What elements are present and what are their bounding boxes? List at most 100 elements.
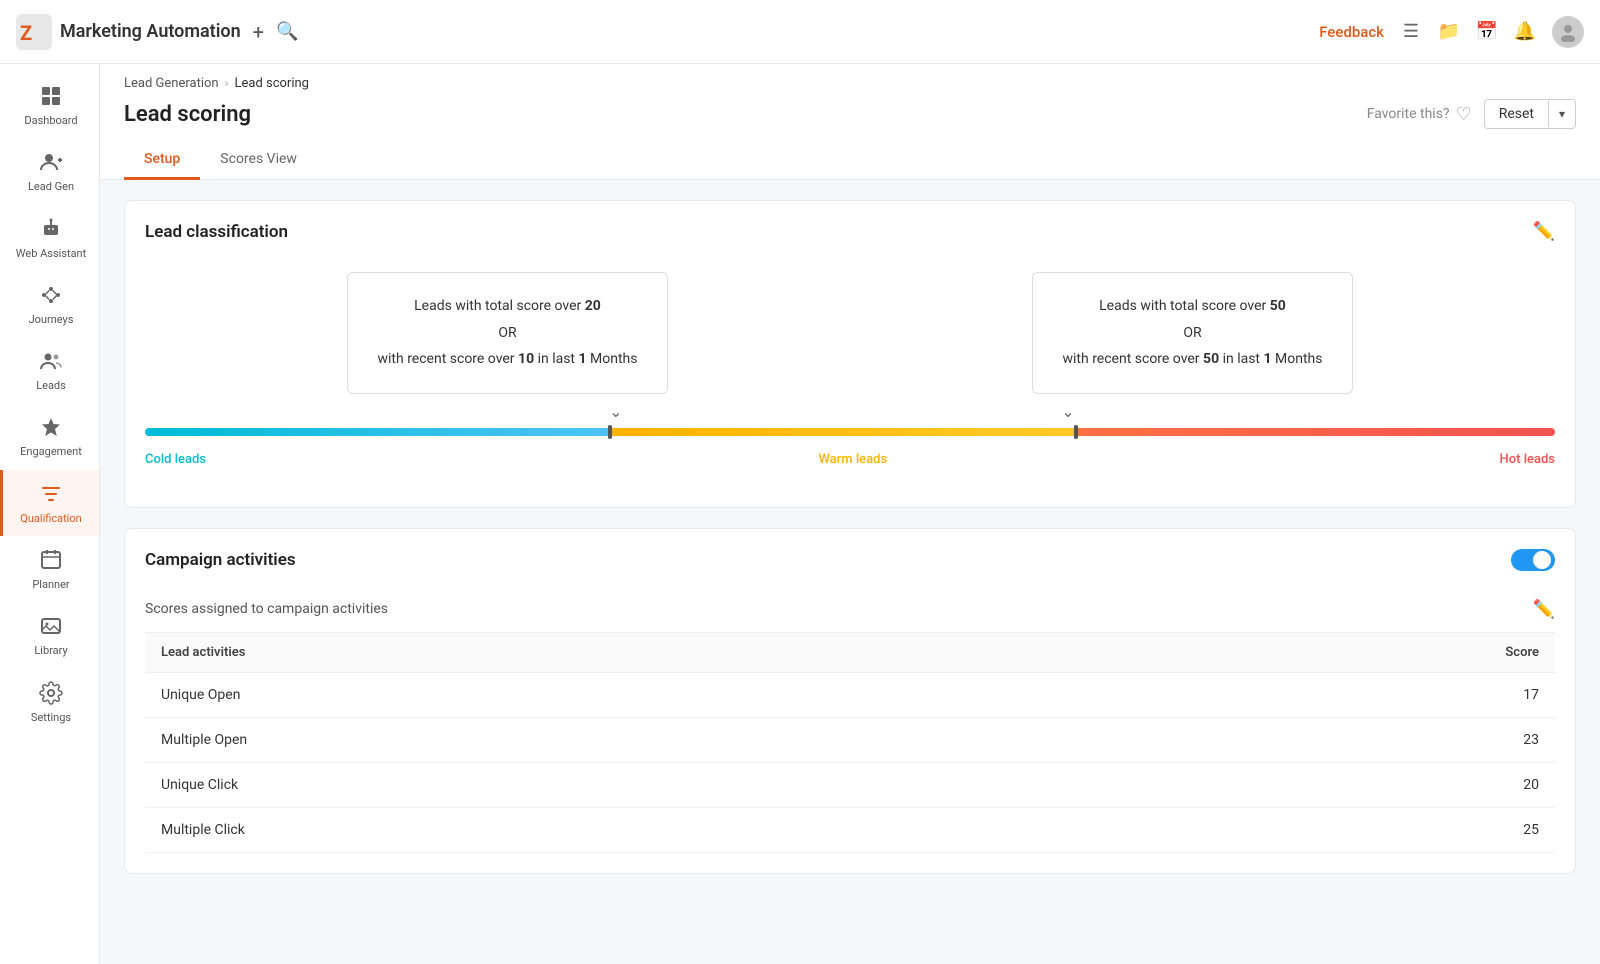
sidebar-label-engagement: Engagement	[20, 445, 82, 459]
toggle-thumb	[1533, 551, 1551, 569]
edit-classification-icon[interactable]: ✏️	[1533, 221, 1555, 242]
tab-scores-view[interactable]: Scores View	[200, 141, 317, 180]
col-score: Score	[1051, 633, 1555, 673]
folder-icon[interactable]: 📁	[1438, 21, 1460, 43]
cold-leads-label: Cold leads	[145, 452, 206, 467]
zoho-logo-svg: Z	[16, 14, 52, 50]
content-header: Lead Generation › Lead scoring Lead scor…	[100, 64, 1600, 180]
activity-cell: Unique Click	[145, 762, 1051, 807]
score-cell: 25	[1051, 807, 1555, 852]
tab-setup[interactable]: Setup	[124, 141, 200, 180]
chevron-down-icon[interactable]: ▾	[1548, 101, 1575, 127]
sidebar-item-journeys[interactable]: Journeys	[0, 271, 99, 337]
activity-cell: Multiple Open	[145, 717, 1051, 762]
content-area: Lead Generation › Lead scoring Lead scor…	[100, 64, 1600, 964]
breadcrumb: Lead Generation › Lead scoring	[124, 76, 1576, 91]
sidebar: Dashboard Lead Gen Web Assistant Journey…	[0, 64, 100, 964]
cold-bar-segment	[145, 428, 610, 436]
chevron-indicators: ⌄ ⌄	[165, 402, 1535, 428]
hot-bar-segment	[1076, 428, 1555, 436]
people-icon	[37, 347, 65, 375]
avatar-icon	[1558, 22, 1578, 42]
score-cell: 20	[1051, 762, 1555, 807]
classification-area: Leads with total score over 20 OR with r…	[145, 262, 1555, 487]
topbar-actions: Feedback ☰ 📁 📅 🔔	[1319, 16, 1584, 48]
calendar-icon[interactable]: 📅	[1476, 21, 1498, 43]
campaign-toggle[interactable]	[1511, 549, 1555, 571]
favorite-label: Favorite this?	[1367, 106, 1450, 122]
toggle-track[interactable]	[1511, 549, 1555, 571]
star-icon	[37, 413, 65, 441]
score-cell: 23	[1051, 717, 1555, 762]
hot-or-label: OR	[1183, 325, 1201, 341]
chevron-warm-icon: ⌄	[609, 402, 622, 421]
divider-marker-hot	[1074, 425, 1078, 439]
activities-table: Lead activities Score Unique Open 17 Mul…	[145, 633, 1555, 853]
sidebar-item-lead-gen[interactable]: Lead Gen	[0, 138, 99, 204]
topbar: Z Marketing Automation + 🔍 Feedback ☰ 📁 …	[0, 0, 1600, 64]
heart-icon[interactable]: ♡	[1456, 104, 1472, 125]
activities-section: Scores assigned to campaign activities ✏…	[145, 591, 1555, 853]
page-header-row: Lead scoring Favorite this? ♡ Reset ▾	[124, 99, 1576, 129]
tabs: Setup Scores View	[124, 141, 1576, 179]
breadcrumb-parent[interactable]: Lead Generation	[124, 76, 219, 91]
sidebar-item-web-assistant[interactable]: Web Assistant	[0, 205, 99, 271]
sidebar-item-engagement[interactable]: Engagement	[0, 403, 99, 469]
hot-leads-label: Hot leads	[1500, 452, 1555, 467]
hot-threshold-card: Leads with total score over 50 OR with r…	[1032, 272, 1354, 394]
planner-icon	[37, 546, 65, 574]
warm-threshold-card: Leads with total score over 20 OR with r…	[347, 272, 669, 394]
add-button[interactable]: +	[253, 20, 264, 44]
sidebar-label-settings: Settings	[31, 711, 71, 725]
breadcrumb-separator: ›	[225, 76, 229, 91]
table-row: Unique Click 20	[145, 762, 1555, 807]
robot-icon	[37, 215, 65, 243]
image-icon	[37, 612, 65, 640]
lead-classification-header: Lead classification ✏️	[145, 221, 1555, 242]
sidebar-label-library: Library	[34, 644, 67, 658]
sidebar-label-planner: Planner	[32, 578, 69, 592]
feedback-button[interactable]: Feedback	[1319, 23, 1384, 41]
reset-label: Reset	[1485, 100, 1548, 128]
page-header-actions: Favorite this? ♡ Reset ▾	[1367, 99, 1576, 129]
divider-marker-warm	[608, 425, 612, 439]
campaign-activities-header: Campaign activities	[145, 549, 1555, 571]
hot-threshold-line1: Leads with total score over 50	[1099, 298, 1286, 314]
user-avatar[interactable]	[1552, 16, 1584, 48]
activity-cell: Unique Open	[145, 672, 1051, 717]
edit-activities-icon[interactable]: ✏️	[1533, 599, 1555, 620]
table-row: Multiple Click 25	[145, 807, 1555, 852]
lead-labels: Cold leads Warm leads Hot leads	[145, 452, 1555, 467]
warm-bar-segment	[610, 428, 1075, 436]
sidebar-item-dashboard[interactable]: Dashboard	[0, 72, 99, 138]
search-button[interactable]: 🔍	[276, 21, 298, 42]
activity-cell: Multiple Click	[145, 807, 1051, 852]
reset-button[interactable]: Reset ▾	[1484, 99, 1576, 129]
sidebar-item-settings[interactable]: Settings	[0, 669, 99, 735]
app-logo: Z Marketing Automation	[16, 14, 241, 50]
gear-icon	[37, 679, 65, 707]
sidebar-item-leads[interactable]: Leads	[0, 337, 99, 403]
sidebar-label-leads: Leads	[36, 379, 66, 393]
table-row: Unique Open 17	[145, 672, 1555, 717]
sidebar-item-qualification[interactable]: Qualification	[0, 470, 99, 536]
campaign-activities-card: Campaign activities Scores assigned to c…	[124, 528, 1576, 874]
person-plus-icon	[37, 148, 65, 176]
scores-assigned-label: Scores assigned to campaign activities	[145, 601, 388, 617]
grid-icon	[37, 82, 65, 110]
campaign-activities-title: Campaign activities	[145, 550, 296, 570]
lead-classification-title: Lead classification	[145, 222, 288, 242]
bell-icon[interactable]: 🔔	[1514, 21, 1536, 43]
sidebar-label-web-assistant: Web Assistant	[16, 247, 86, 261]
sidebar-item-planner[interactable]: Planner	[0, 536, 99, 602]
sidebar-label-dashboard: Dashboard	[24, 114, 77, 128]
sidebar-label-journeys: Journeys	[29, 313, 74, 327]
sidebar-label-qualification: Qualification	[20, 512, 81, 526]
warm-or-label: OR	[498, 325, 516, 341]
sidebar-item-library[interactable]: Library	[0, 602, 99, 668]
warm-threshold-line3: with recent score over 10 in last 1 Mont…	[378, 351, 638, 367]
main-layout: Dashboard Lead Gen Web Assistant Journey…	[0, 64, 1600, 964]
chevron-hot-icon: ⌄	[1061, 402, 1074, 421]
breadcrumb-current: Lead scoring	[234, 76, 309, 91]
list-icon[interactable]: ☰	[1400, 21, 1422, 43]
